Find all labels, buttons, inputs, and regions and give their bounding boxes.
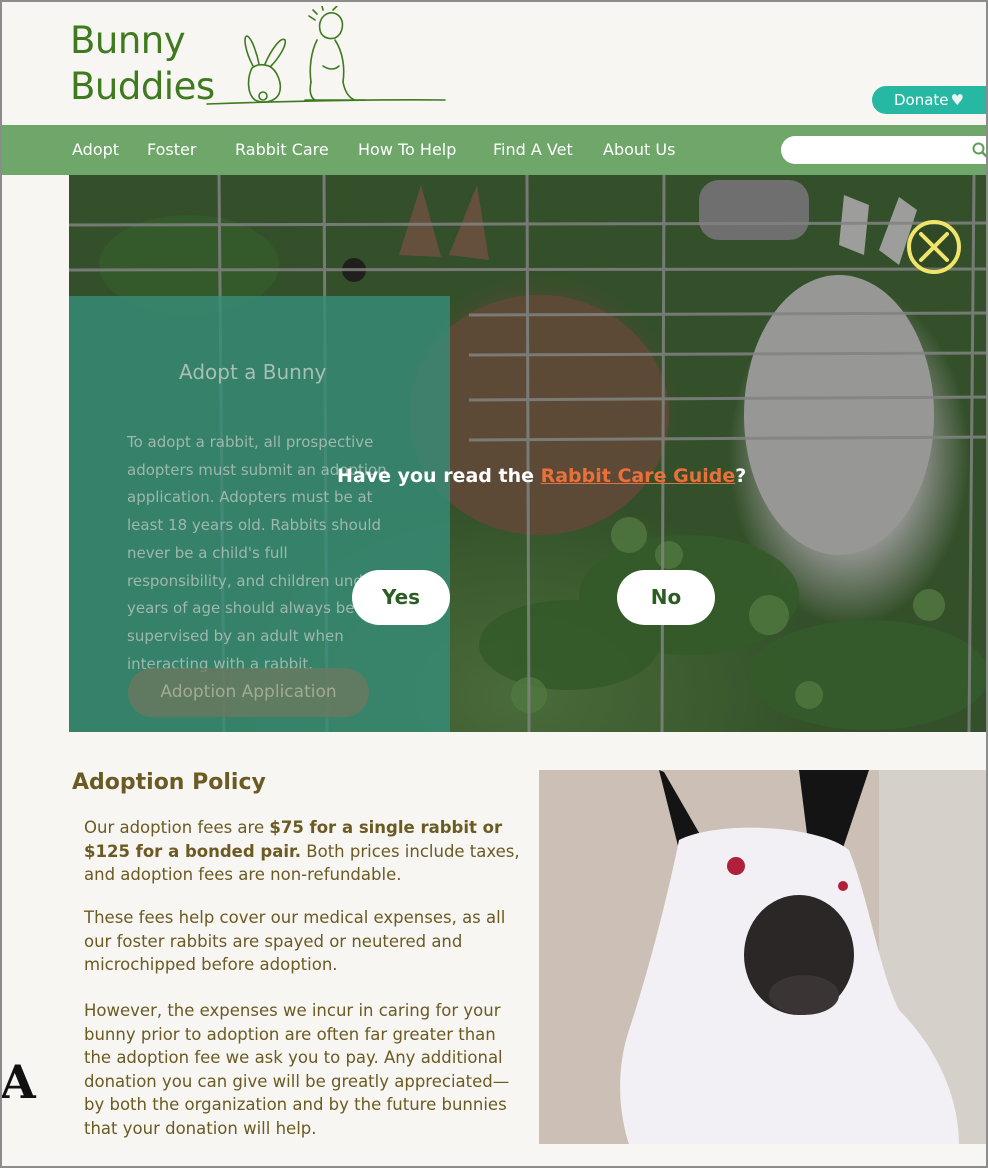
no-button[interactable]: No [617,570,715,625]
nav-item-how-to-help[interactable]: How To Help [358,140,456,159]
nav-item-about-us[interactable]: About Us [603,140,675,159]
close-icon[interactable] [906,219,962,275]
site-logo-text[interactable]: Bunny Buddies [70,18,215,110]
donate-button[interactable]: Donate ♥ [872,86,988,114]
nav-item-foster[interactable]: Foster [147,140,196,159]
yes-button[interactable]: Yes [352,570,450,625]
question-prefix: Have you read the [337,465,541,487]
logo-line-1: Bunny [70,19,186,62]
search-input[interactable] [793,136,963,164]
policy-paragraph-donation: However, the expenses we incur in caring… [84,1001,510,1138]
nav-item-rabbit-care[interactable]: Rabbit Care [235,140,329,159]
adoption-application-button[interactable]: Adoption Application [128,668,369,717]
adoption-policy-title: Adoption Policy [72,770,266,795]
adopt-card-title: Adopt a Bunny [179,360,327,384]
rabbit-care-guide-link[interactable]: Rabbit Care Guide [541,465,736,487]
search-box [781,136,988,164]
logo-line-2: Buddies [70,65,215,108]
policy-paragraph-fees: Our adoption fees are $75 for a single r… [84,816,524,887]
fees-intro: Our adoption fees are [84,818,270,837]
nav-item-find-a-vet[interactable]: Find A Vet [493,140,573,159]
search-icon[interactable] [971,141,988,159]
nav-item-adopt[interactable]: Adopt [72,140,119,159]
donate-label: Donate [894,91,949,109]
logo-bunny-and-child-icon [206,6,446,105]
hero-banner: Adopt a Bunny To adopt a rabbit, all pro… [69,175,988,732]
policy-paragraph-medical: These fees help cover our medical expens… [84,908,506,974]
stray-letter: A [0,1055,36,1109]
himalayan-rabbit-photo [539,770,988,1144]
heart-icon: ♥ [950,91,964,109]
adopt-a-bunny-card: Adopt a Bunny To adopt a rabbit, all pro… [69,296,450,732]
question-suffix: ? [735,465,747,487]
modal-question: Have you read the Rabbit Care Guide? [337,465,746,487]
